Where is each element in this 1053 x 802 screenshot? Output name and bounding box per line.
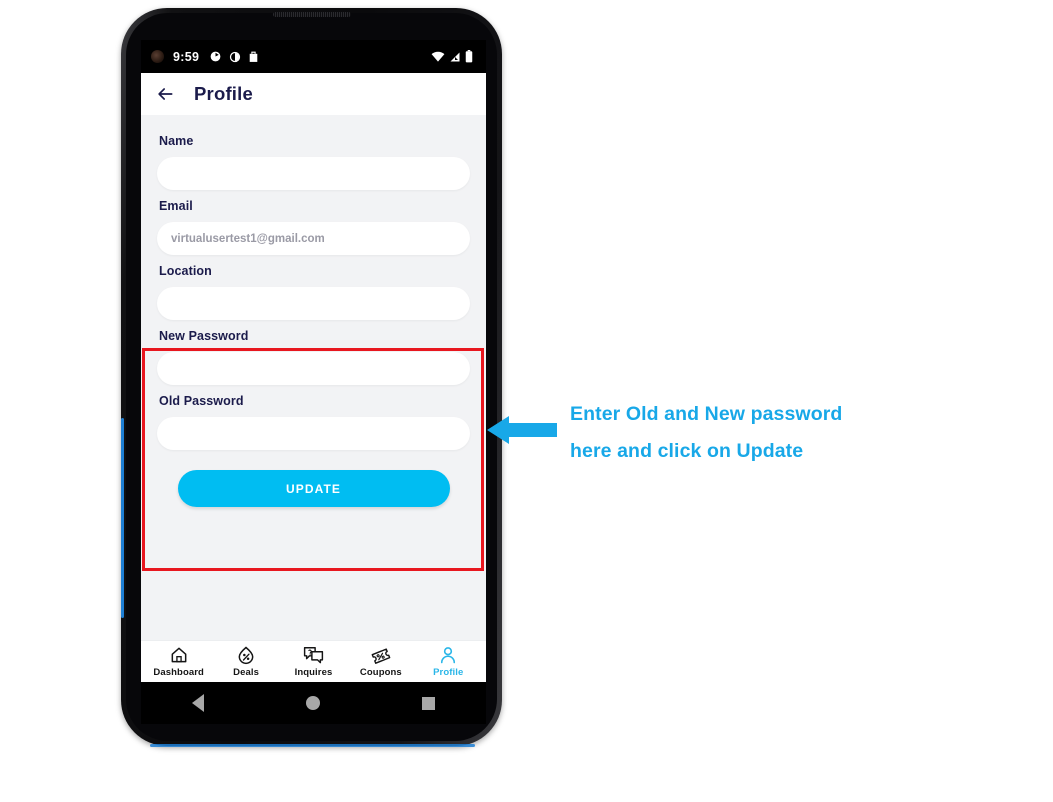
left-arrow-callout-icon [487, 416, 557, 444]
callout-line-1: Enter Old and New password [570, 403, 843, 425]
person-icon [441, 647, 456, 664]
status-app-dot-icon [151, 50, 164, 63]
new-password-input[interactable] [157, 352, 470, 385]
status-system-icons [431, 50, 473, 63]
nav-label-deals: Deals [233, 667, 259, 678]
page-title: Profile [194, 83, 253, 104]
label-old-password: Old Password [159, 394, 244, 408]
old-password-input[interactable] [157, 417, 470, 450]
callout-line-2: here and click on Update [570, 440, 804, 462]
label-name: Name [159, 134, 194, 148]
nav-item-deals[interactable]: Deals [213, 645, 279, 678]
android-back-icon[interactable] [192, 694, 204, 712]
chat-question-icon [303, 647, 324, 664]
phone-screen: 9:59 Profile Name Email virtualusertest1… [141, 40, 486, 682]
location-input[interactable] [157, 287, 470, 320]
app-bar: Profile [141, 73, 486, 115]
status-time: 9:59 [173, 49, 200, 64]
home-icon [171, 647, 187, 663]
ticket-percent-icon [371, 648, 391, 664]
nav-label-inquires: Inquires [294, 667, 333, 678]
nav-item-coupons[interactable]: Coupons [348, 645, 414, 678]
update-button[interactable]: UPDATE [177, 470, 450, 507]
status-notification-icons [209, 50, 259, 63]
battery-icon [465, 50, 473, 63]
nav-item-profile[interactable]: Profile [415, 645, 481, 678]
android-recents-icon[interactable] [422, 696, 435, 710]
label-location: Location [159, 264, 212, 278]
nav-item-dashboard[interactable]: Dashboard [146, 645, 212, 678]
profile-form: Name Email Location New Password Old Pas… [141, 115, 486, 640]
email-input[interactable] [157, 222, 470, 255]
android-home-icon[interactable] [306, 696, 320, 710]
phone-speaker-grille [273, 12, 351, 17]
phone-bottom-edge-accent [150, 744, 475, 747]
phone-side-button-accent [121, 418, 124, 618]
notification-bag-icon [249, 51, 258, 62]
notification-half-circle-icon [230, 51, 241, 62]
callout-text: Enter Old and New password here and clic… [570, 396, 910, 470]
label-email: Email [159, 199, 193, 213]
bottom-navigation-bar: Dashboard Deals Inquires Coupons Profile [141, 640, 486, 682]
label-new-password: New Password [159, 329, 249, 343]
wifi-icon [431, 51, 445, 62]
screenshot-root: 9:59 Profile Name Email virtualusertest1… [0, 0, 1053, 802]
nav-label-coupons: Coupons [359, 667, 402, 678]
cell-signal-icon [450, 52, 460, 61]
nav-label-profile: Profile [433, 667, 464, 678]
nav-label-dashboard: Dashboard [153, 667, 204, 678]
back-arrow-icon[interactable] [155, 84, 175, 104]
nav-item-inquires[interactable]: Inquires [280, 645, 346, 678]
percent-droplet-icon [238, 646, 254, 665]
name-input[interactable] [157, 157, 470, 190]
notification-circle-icon [210, 51, 221, 62]
status-bar: 9:59 [141, 40, 486, 73]
android-system-nav [141, 682, 486, 724]
